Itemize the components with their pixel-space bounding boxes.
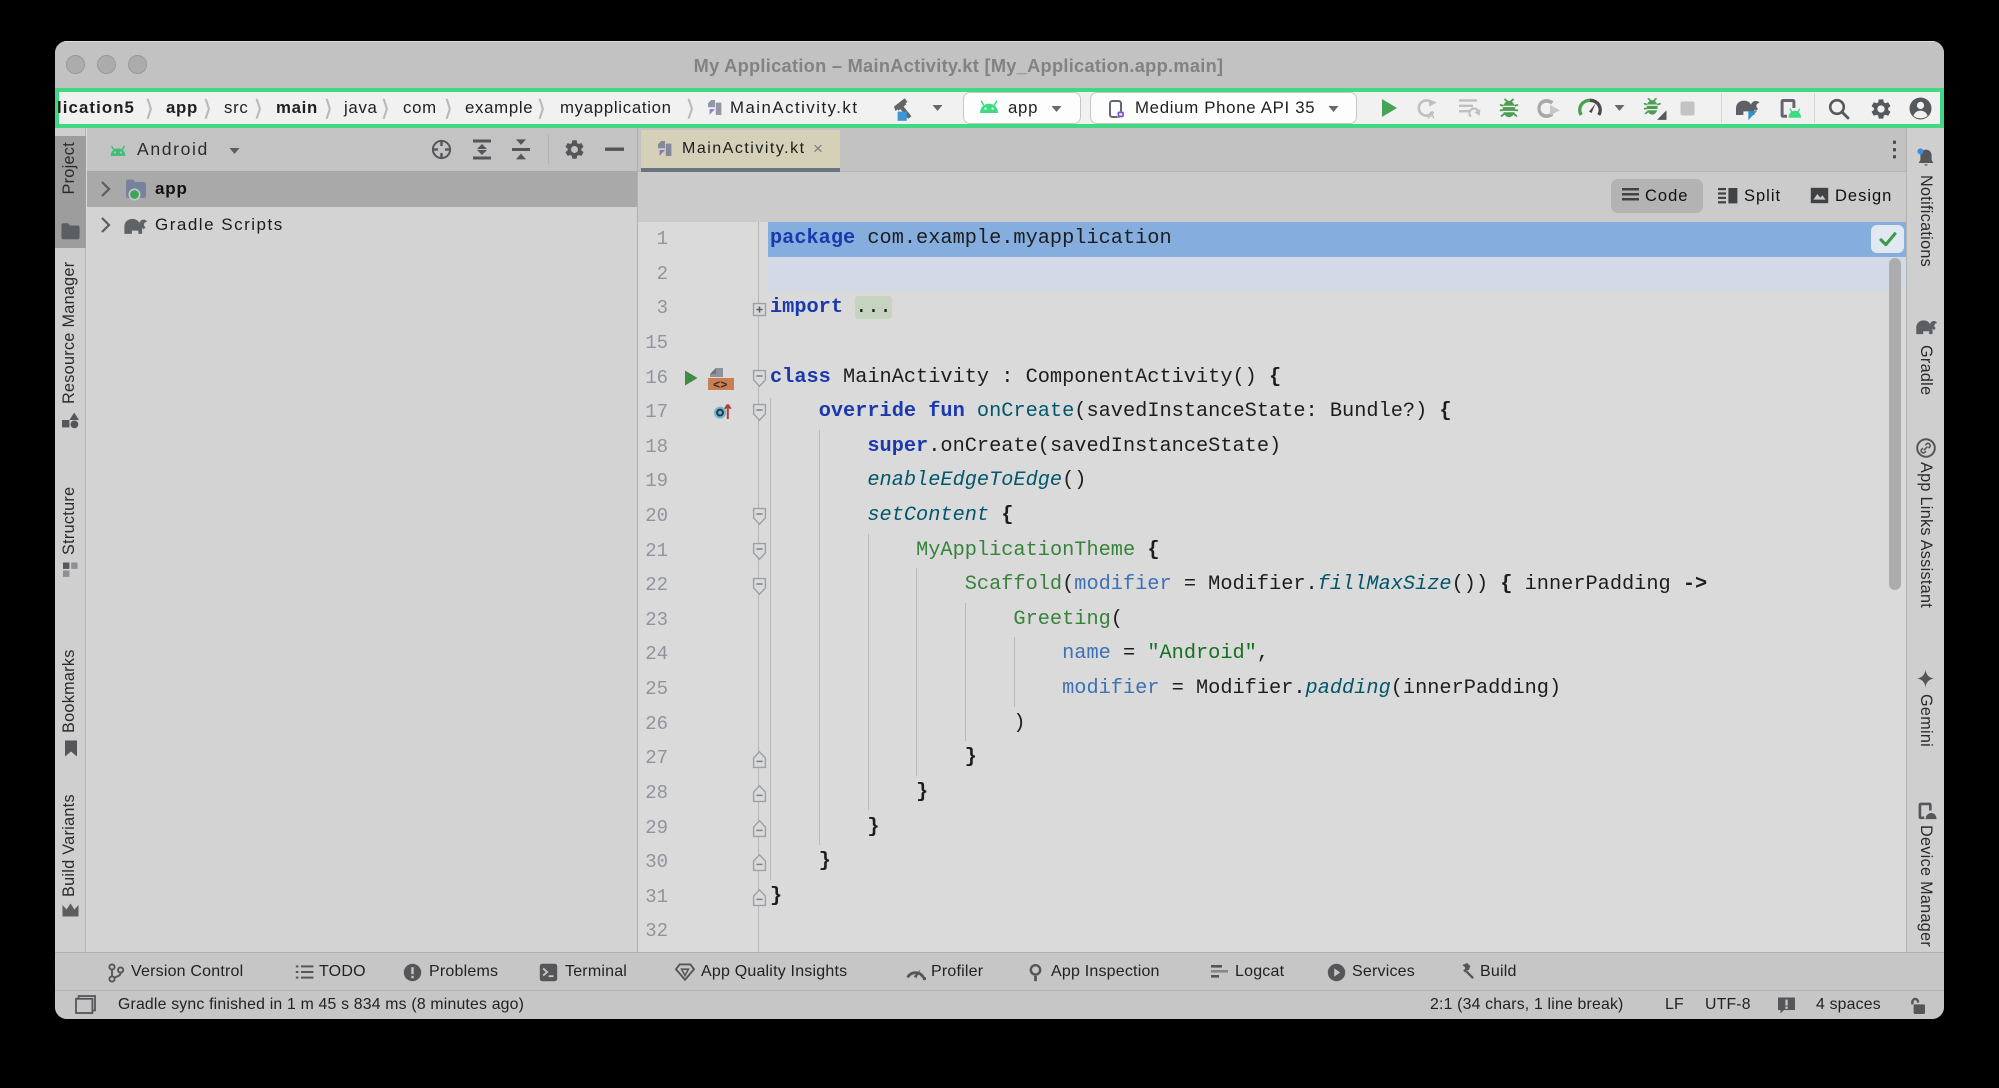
svg-text:<>: <> xyxy=(713,378,727,391)
svg-text:A: A xyxy=(1427,110,1435,121)
